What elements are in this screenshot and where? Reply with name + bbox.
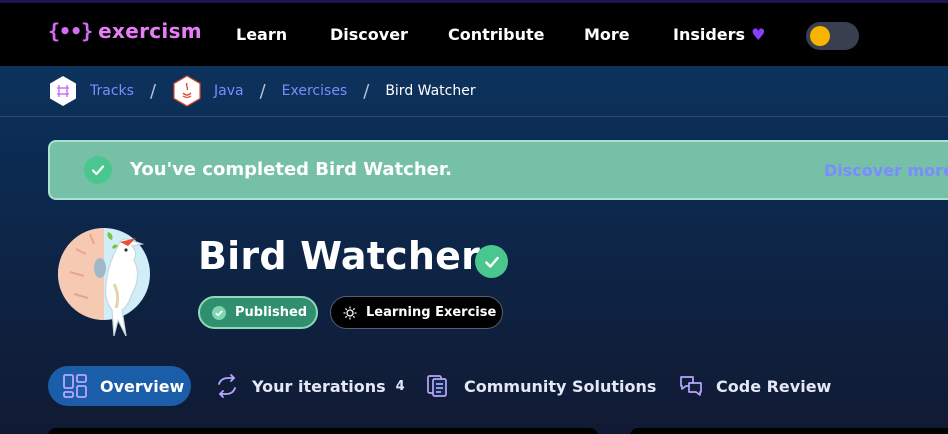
theme-toggle[interactable] — [806, 22, 859, 50]
discover-more-link[interactable]: Discover more e — [824, 161, 948, 180]
top-nav: {••} exercism Learn Discover Contribute … — [0, 0, 948, 66]
tab-community-solutions[interactable]: Community Solutions — [426, 366, 656, 406]
toggle-knob — [810, 26, 830, 46]
content-panel-left — [48, 428, 598, 434]
nav-discover[interactable]: Discover — [330, 25, 408, 44]
check-circle-icon — [84, 156, 112, 184]
completed-check-icon — [475, 245, 508, 278]
tab-code-review[interactable]: Code Review — [678, 366, 831, 406]
breadcrumb-exercises[interactable]: Exercises — [282, 83, 348, 99]
heart-icon: ♥ — [751, 25, 766, 44]
tracks-hex-icon — [48, 74, 78, 108]
breadcrumb-separator: / — [363, 80, 370, 102]
published-badge: Published — [198, 296, 318, 329]
tab-community-label: Community Solutions — [464, 376, 657, 396]
published-label: Published — [235, 305, 308, 320]
breadcrumb: Tracks / Java / Exercises / Bird Watcher — [48, 74, 476, 108]
tab-overview-label: Overview — [100, 376, 185, 396]
tab-your-iterations[interactable]: Your iterations 4 — [214, 366, 405, 406]
java-hex-icon — [172, 74, 202, 108]
learning-exercise-label: Learning Exercise — [366, 305, 497, 320]
nav-insiders-label: Insiders — [673, 25, 746, 44]
lightbulb-icon — [343, 306, 357, 319]
breadcrumb-current: Bird Watcher — [385, 83, 476, 99]
header-divider — [0, 116, 948, 117]
page-title: Bird Watcher — [198, 234, 481, 278]
check-circle-icon — [212, 305, 226, 320]
nav-more[interactable]: More — [584, 25, 630, 44]
content-panel-right — [630, 428, 948, 434]
nav-learn[interactable]: Learn — [236, 25, 287, 44]
exercism-logo[interactable]: {••} exercism — [48, 19, 202, 43]
banner-message: You've completed Bird Watcher. — [130, 159, 453, 180]
overview-grid-icon — [63, 374, 87, 398]
breadcrumb-java[interactable]: Java — [214, 83, 244, 99]
iterations-count: 4 — [395, 378, 405, 394]
completion-banner: You've completed Bird Watcher. Discover … — [48, 140, 948, 200]
logo-mark-icon: {••} — [48, 19, 93, 43]
tab-overview[interactable]: Overview — [48, 366, 191, 406]
tab-code-review-label: Code Review — [716, 376, 832, 396]
bird-watcher-icon — [56, 224, 164, 342]
breadcrumb-separator: / — [259, 80, 266, 102]
breadcrumb-separator: / — [149, 80, 157, 102]
nav-insiders[interactable]: Insiders ♥ — [673, 25, 765, 44]
community-solutions-icon — [427, 375, 447, 397]
code-review-icon — [680, 376, 702, 396]
nav-contribute[interactable]: Contribute — [448, 25, 545, 44]
iterations-icon — [218, 374, 236, 398]
breadcrumb-tracks[interactable]: Tracks — [90, 83, 134, 99]
logo-text: exercism — [98, 19, 202, 43]
tab-iterations-label: Your iterations — [252, 376, 386, 396]
learning-exercise-badge: Learning Exercise — [330, 296, 503, 329]
